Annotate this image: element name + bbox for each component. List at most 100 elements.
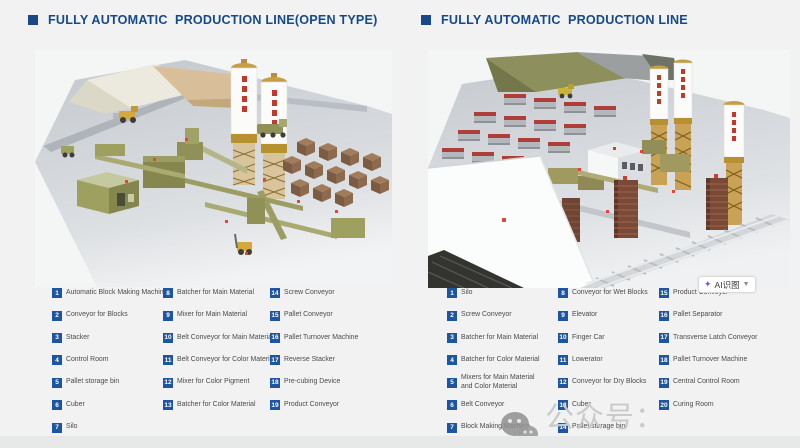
legend-label: Elevator: [572, 311, 597, 320]
legend-label: Belt Conveyor: [461, 401, 504, 410]
legend-item: 16Pallet Separator: [659, 304, 757, 326]
page: FULLY AUTOMATIC PRODUCTION LINE(OPEN TYP…: [0, 0, 800, 448]
panel-title-open-type: FULLY AUTOMATIC PRODUCTION LINE(OPEN TYP…: [48, 13, 378, 27]
legend-number-badge: 9: [558, 311, 568, 321]
legend-item: 20Curing Room: [659, 394, 757, 416]
legend-number-badge: 6: [52, 400, 62, 410]
legend-label: Cuber: [66, 401, 85, 410]
illustration-full-auto: [428, 50, 790, 288]
legend-item: 15 Pallet Conveyor: [270, 304, 358, 326]
legend-number-badge: 15: [659, 288, 669, 298]
legend-item: 19 Product Conveyor: [270, 394, 358, 416]
legend-item: 3 Stacker: [52, 327, 168, 349]
legend-label: Finger Car: [572, 334, 605, 343]
legend-number-badge: 17: [270, 355, 280, 365]
legend-col-1-open-type: 1Automatic Block Making Machine 2Conveyo…: [52, 282, 168, 439]
legend-item: 10Belt Conveyor for Main Material: [163, 327, 275, 349]
legend-number-badge: 10: [558, 333, 568, 343]
legend-label: Mixer for Main Material: [177, 311, 247, 320]
legend-number-badge: 3: [52, 333, 62, 343]
legend-number-badge: 14: [558, 423, 568, 433]
panel-left-title-row: FULLY AUTOMATIC PRODUCTION LINE(OPEN TYP…: [28, 13, 378, 27]
ai-button-label: AI识图: [715, 279, 740, 291]
legend-label: Conveyor for Dry Blocks: [572, 378, 646, 387]
legend-number-badge: 15: [270, 311, 280, 321]
legend-number-badge: 20: [659, 400, 669, 410]
legend-label: Silo: [461, 289, 473, 298]
legend-item: 1Automatic Block Making Machine: [52, 282, 168, 304]
legend-label: Mixer for Color Pigment: [177, 378, 249, 387]
legend-item: 12Conveyor for Dry Blocks: [558, 372, 648, 394]
legend-number-badge: 9: [163, 311, 173, 321]
legend-number-badge: 7: [447, 423, 457, 433]
legend-label: Screw Conveyor: [461, 311, 512, 320]
legend-label: Pallet Turnover Machine: [673, 356, 747, 365]
legend-number-badge: 14: [270, 288, 280, 298]
legend-col-3-full-auto: 15Product Conveyor 16Pallet Separator 17…: [659, 282, 757, 416]
legend-number-badge: 2: [447, 311, 457, 321]
legend-number-badge: 5: [52, 378, 62, 388]
legend-label: Pallet Conveyor: [284, 311, 333, 320]
legend-col-1-full-auto: 1Silo 2 Screw Conveyor 3 Batcher for Main …: [447, 282, 543, 439]
ai-image-search-button[interactable]: ✦ AI识图 ▼: [698, 276, 756, 293]
panel-right-title-row: FULLY AUTOMATIC PRODUCTION LINE: [421, 13, 688, 27]
legend-number-badge: 18: [270, 378, 280, 388]
legend-item: 4Batcher for Color Material: [447, 349, 543, 371]
illustration-open-type: [35, 50, 392, 287]
legend-item: 19Central Control Room: [659, 372, 757, 394]
legend-item: 17Reverse Stacker: [270, 349, 358, 371]
legend-number-badge: 4: [447, 355, 457, 365]
legend-number-badge: 11: [558, 355, 568, 365]
legend-col-2-open-type: 8 Batcher for Main Material 9 Mixer for Ma…: [163, 282, 275, 416]
legend-label: Product Conveyor: [284, 401, 339, 410]
legend-item: 18Pre-cubing Device: [270, 372, 358, 394]
legend-item: 10 Finger Car: [558, 327, 648, 349]
legend-number-badge: 7: [52, 423, 62, 433]
legend-col-2-full-auto: 8 Conveyor for Wet Blocks 9 Elevator 10 Fin…: [558, 282, 648, 439]
legend-item: 18 Pallet Turnover Machine: [659, 349, 757, 371]
legend-label: Conveyor for Blocks: [66, 311, 128, 320]
legend-item: 3 Batcher for Main Material: [447, 327, 543, 349]
legend-item: 12 Mixer for Color Pigment: [163, 372, 275, 394]
legend-item: 14 Screw Conveyor: [270, 282, 358, 304]
production-line-full-auto-render: [428, 50, 790, 288]
legend-number-badge: 5: [447, 378, 457, 388]
legend-item: 13 Batcher for Color Material: [163, 394, 275, 416]
legend-label: Batcher for Main Material: [177, 289, 254, 298]
legend-label: Control Room: [66, 356, 109, 365]
legend-number-badge: 6: [447, 400, 457, 410]
legend-item: 1Silo: [447, 282, 543, 304]
legend-number-badge: 13: [163, 400, 173, 410]
legend-label: Conveyor for Wet Blocks: [572, 289, 648, 298]
legend-item: 2Conveyor for Blocks: [52, 304, 168, 326]
legend-label: Stacker: [66, 334, 89, 343]
legend-item: 16Pallet Turnover Machine: [270, 327, 358, 349]
legend-col-3-open-type: 14 Screw Conveyor 15 Pallet Conveyor 16Pal…: [270, 282, 358, 416]
legend-item: 4Control Room: [52, 349, 168, 371]
legend-item: 2 Screw Conveyor: [447, 304, 543, 326]
production-line-open-type-render: [35, 50, 392, 287]
legend-label: Screw Conveyor: [284, 289, 335, 298]
legend-number-badge: 19: [270, 400, 280, 410]
legend-item: 11Belt Conveyor for Color Material: [163, 349, 275, 371]
legend-item: 5 Pallet storage bin: [52, 372, 168, 394]
legend-item: 17 Transverse Latch Conveyor: [659, 327, 757, 349]
legend-label: Silo: [66, 423, 78, 432]
legend-label: Batcher for Main Material: [461, 334, 538, 343]
legend-item: 8 Batcher for Main Material: [163, 282, 275, 304]
legend-number-badge: 17: [659, 333, 669, 343]
legend-number-badge: 1: [52, 288, 62, 298]
legend-number-badge: 8: [558, 288, 568, 298]
legend-item: 5Mixers for Main Material and Color Mate…: [447, 372, 543, 394]
legend-label: Transverse Latch Conveyor: [673, 334, 757, 343]
legend-number-badge: 12: [163, 378, 173, 388]
legend-label: Pallet storage bin: [66, 378, 119, 387]
legend-number-badge: 3: [447, 333, 457, 343]
legend-number-badge: 8: [163, 288, 173, 298]
legend-label: Belt Conveyor for Main Material: [177, 334, 274, 343]
legend-number-badge: 16: [270, 333, 280, 343]
legend-label: Batcher for Color Material: [177, 401, 256, 410]
panel-title-full-auto: FULLY AUTOMATIC PRODUCTION LINE: [441, 13, 688, 27]
legend-number-badge: 18: [659, 355, 669, 365]
legend-number-badge: 13: [558, 400, 568, 410]
